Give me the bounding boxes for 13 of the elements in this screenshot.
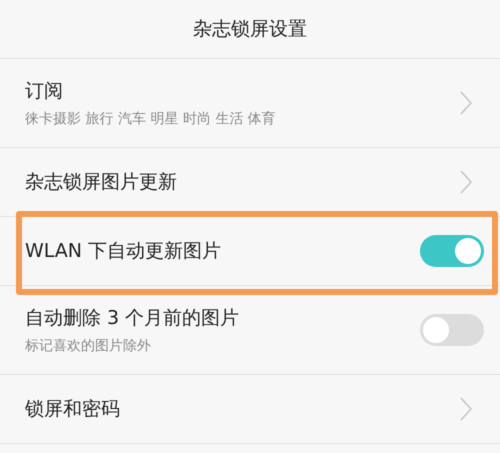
setting-title: 自动删除 3 个月前的图片	[25, 306, 240, 331]
setting-title: WLAN 下自动更新图片	[25, 239, 222, 264]
chevron-icon[interactable]	[460, 170, 472, 194]
setting-subtitle: 标记喜欢的图片除外	[25, 337, 152, 355]
screen-title: 杂志锁屏设置	[193, 17, 307, 42]
toggle-switch[interactable]	[420, 235, 484, 267]
chevron-icon[interactable]	[460, 91, 472, 115]
chevron-icon[interactable]	[460, 397, 472, 421]
setting-title: 锁屏和密码	[25, 397, 121, 422]
setting-title: 订阅	[25, 79, 64, 104]
toggle-switch[interactable]	[420, 314, 484, 346]
setting-subtitle: 徕卡摄影 旅行 汽车 明星 时尚 生活 体育	[25, 110, 277, 128]
setting-title: 杂志锁屏图片更新	[25, 170, 178, 195]
